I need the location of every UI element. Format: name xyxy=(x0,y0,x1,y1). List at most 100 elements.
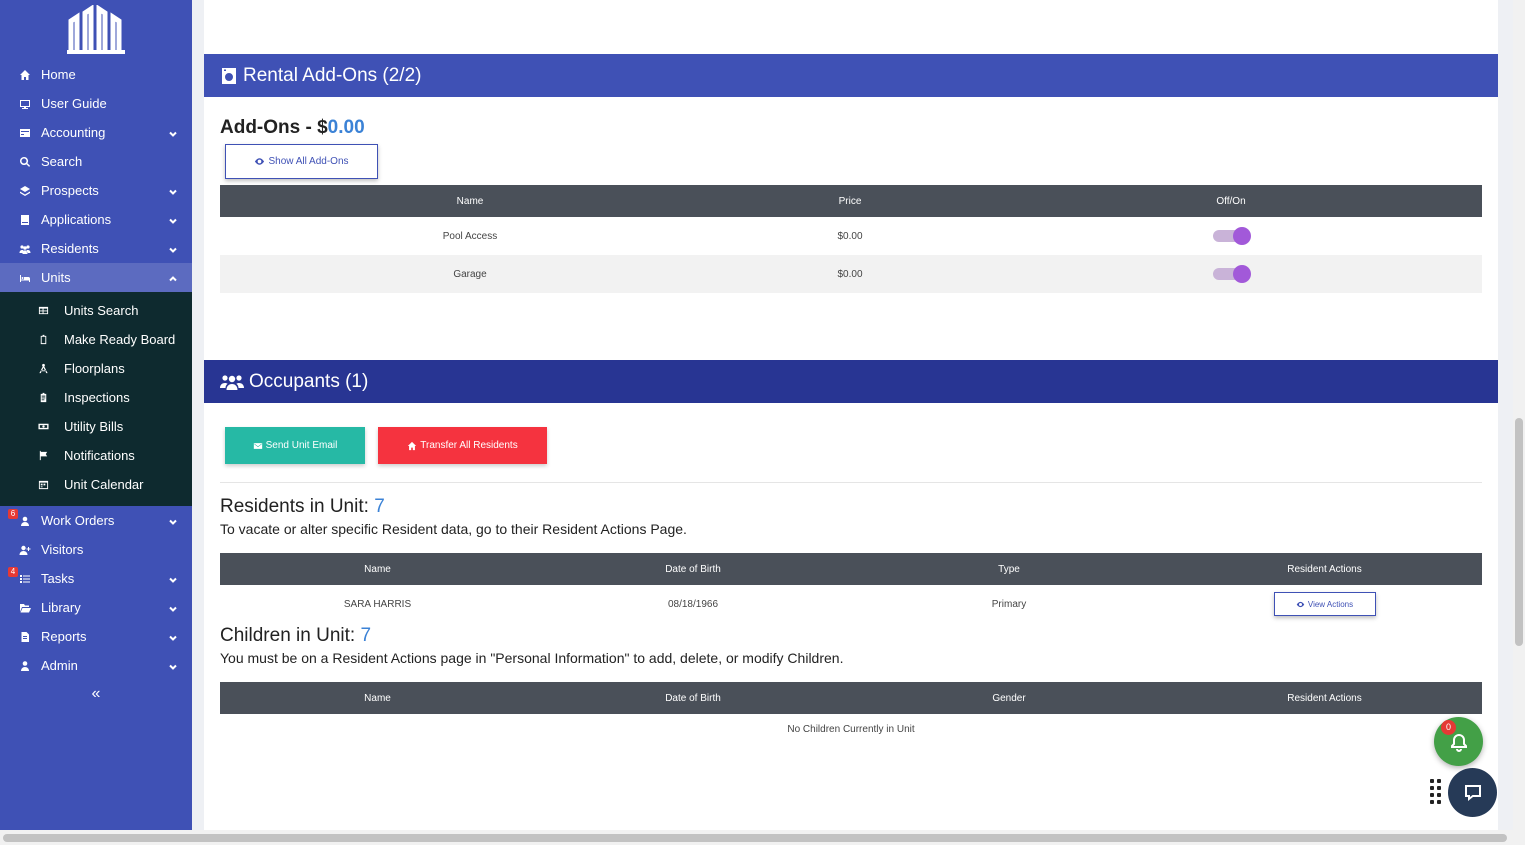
drag-handle-icon[interactable] xyxy=(1430,779,1442,805)
sidebar-subitem-inspections[interactable]: Inspections xyxy=(0,383,192,412)
transfer-all-residents-button[interactable]: Transfer All Residents xyxy=(378,427,547,464)
sidebar-item-label: User Guide xyxy=(41,96,107,111)
sidebar-item-work-orders[interactable]: 6 Work Orders xyxy=(0,506,192,535)
sidebar-item-library[interactable]: Library xyxy=(0,593,192,622)
file-icon xyxy=(18,630,32,644)
sidebar-item-prospects[interactable]: Prospects xyxy=(0,176,192,205)
children-count: 7 xyxy=(360,625,372,646)
vertical-scrollbar[interactable] xyxy=(1513,0,1525,830)
user-tie-icon xyxy=(18,659,32,673)
subitem-label: Unit Calendar xyxy=(64,477,144,492)
building-logo-icon xyxy=(67,5,125,54)
occupants-header: Occupants (1) xyxy=(204,360,1498,403)
sidebar-item-user-guide[interactable]: User Guide xyxy=(0,89,192,118)
children-empty-message: No Children Currently in Unit xyxy=(787,723,915,735)
eye-icon xyxy=(1296,601,1305,607)
addon-toggle-switch[interactable] xyxy=(1213,265,1251,283)
sidebar-subitem-units-search[interactable]: Units Search xyxy=(0,296,192,325)
sidebar-item-applications[interactable]: Applications xyxy=(0,205,192,234)
sidebar-item-residents[interactable]: Residents xyxy=(0,234,192,263)
sidebar-subitem-unit-calendar[interactable]: Unit Calendar xyxy=(0,470,192,499)
show-all-addons-button[interactable]: Show All Add-Ons xyxy=(225,144,378,179)
horizontal-scrollbar-thumb[interactable] xyxy=(3,834,1507,842)
residents-in-unit-title: Residents in Unit: 7 xyxy=(220,496,1498,518)
view-actions-button[interactable]: View Actions xyxy=(1273,592,1376,616)
sidebar-item-admin[interactable]: Admin xyxy=(0,651,192,680)
sidebar-subitem-notifications[interactable]: Notifications xyxy=(0,441,192,470)
table-row: SARA HARRIS 08/18/1966 Primary View Acti… xyxy=(220,585,1482,623)
residents-note: To vacate or alter specific Resident dat… xyxy=(220,521,687,537)
resident-type: Primary xyxy=(991,598,1027,610)
addon-name: Pool Access xyxy=(442,230,498,242)
home-icon xyxy=(408,441,417,450)
residents-table-header-row: Name Date of Birth Type Resident Actions xyxy=(220,553,1482,585)
addon-toggle-cell xyxy=(980,217,1482,255)
user-hardhat-icon xyxy=(18,514,32,528)
sidebar-item-visitors[interactable]: Visitors xyxy=(0,535,192,564)
sidebar-subitem-make-ready-board[interactable]: Make Ready Board xyxy=(0,325,192,354)
sidebar-item-label: Admin xyxy=(41,658,78,673)
children-in-unit-title: Children in Unit: 7 xyxy=(220,625,1498,647)
app-logo[interactable] xyxy=(0,0,192,60)
sidebar-item-reports[interactable]: Reports xyxy=(0,622,192,651)
column-header-name: Name xyxy=(220,185,720,217)
main-content: Rental Add-Ons (2/2) Add-Ons - $0.00 Sho… xyxy=(204,0,1498,830)
laundry-icon xyxy=(220,67,238,85)
user-plus-icon xyxy=(18,543,32,557)
chat-bubble-icon xyxy=(1464,784,1481,801)
sidebar-item-home[interactable]: Home xyxy=(0,60,192,89)
send-unit-email-button[interactable]: Send Unit Email xyxy=(225,427,365,464)
bed-icon xyxy=(18,271,32,285)
sidebar-item-accounting[interactable]: Accounting xyxy=(0,118,192,147)
sidebar-item-tasks[interactable]: 4 Tasks xyxy=(0,564,192,593)
horizontal-scrollbar[interactable] xyxy=(0,830,1525,845)
sidebar-item-search[interactable]: Search xyxy=(0,147,192,176)
sidebar: Home User Guide Accounting Search Prospe… xyxy=(0,0,192,830)
column-header-name: Name xyxy=(220,553,535,585)
column-header-resident-actions: Resident Actions xyxy=(1167,553,1482,585)
flag-icon xyxy=(36,449,50,463)
view-actions-label: View Actions xyxy=(1307,599,1354,609)
table-row: Pool Access $0.00 xyxy=(220,217,1482,255)
column-header-resident-actions: Resident Actions xyxy=(1167,682,1482,714)
addon-toggle-cell xyxy=(980,255,1482,293)
clipboard-icon xyxy=(36,333,50,347)
subitem-label: Units Search xyxy=(64,303,139,318)
tasks-badge: 4 xyxy=(8,567,18,577)
vertical-scrollbar-thumb[interactable] xyxy=(1515,418,1523,646)
top-spacer xyxy=(204,0,1498,54)
addon-price: $0.00 xyxy=(837,230,863,242)
home-icon xyxy=(18,68,32,82)
bell-icon xyxy=(1450,733,1467,752)
sidebar-item-label: Residents xyxy=(41,241,99,256)
sidebar-item-label: Library xyxy=(41,600,81,615)
sidebar-item-units[interactable]: Units xyxy=(0,263,192,292)
drafting-compass-icon xyxy=(36,362,50,376)
sidebar-item-label: Accounting xyxy=(41,125,106,140)
subitem-label: Make Ready Board xyxy=(64,332,176,347)
column-header-gender: Gender xyxy=(851,682,1167,714)
sidebar-subitem-utility-bills[interactable]: Utility Bills xyxy=(0,412,192,441)
book-icon xyxy=(18,213,32,227)
chat-button[interactable] xyxy=(1448,768,1497,817)
sidebar-subitem-floorplans[interactable]: Floorplans xyxy=(0,354,192,383)
children-table-header-row: Name Date of Birth Gender Resident Actio… xyxy=(220,682,1482,714)
sidebar-item-label: Applications xyxy=(41,212,112,227)
chevron-down-icon xyxy=(168,631,178,641)
addons-table: Name Price Off/On Pool Access $0.00 Gara… xyxy=(220,185,1482,293)
table-row: No Children Currently in Unit xyxy=(220,714,1482,744)
chevron-down-icon xyxy=(168,660,178,670)
subitem-label: Utility Bills xyxy=(64,419,124,434)
addons-total-label: Add-Ons - $ xyxy=(220,117,328,138)
residents-table: Name Date of Birth Type Resident Actions… xyxy=(220,553,1482,623)
sidebar-item-label: Home xyxy=(41,67,76,82)
chevron-down-icon xyxy=(168,243,178,253)
resident-dob: 08/18/1966 xyxy=(667,598,719,610)
envelope-icon xyxy=(253,442,262,449)
sidebar-item-label: Tasks xyxy=(41,571,75,586)
addon-toggle-switch[interactable] xyxy=(1213,227,1251,245)
transfer-all-residents-label: Transfer All Residents xyxy=(420,440,518,451)
children-table: Name Date of Birth Gender Resident Actio… xyxy=(220,682,1482,744)
notifications-count-badge: 0 xyxy=(1441,720,1456,735)
collapse-sidebar-button[interactable]: « xyxy=(0,685,192,703)
